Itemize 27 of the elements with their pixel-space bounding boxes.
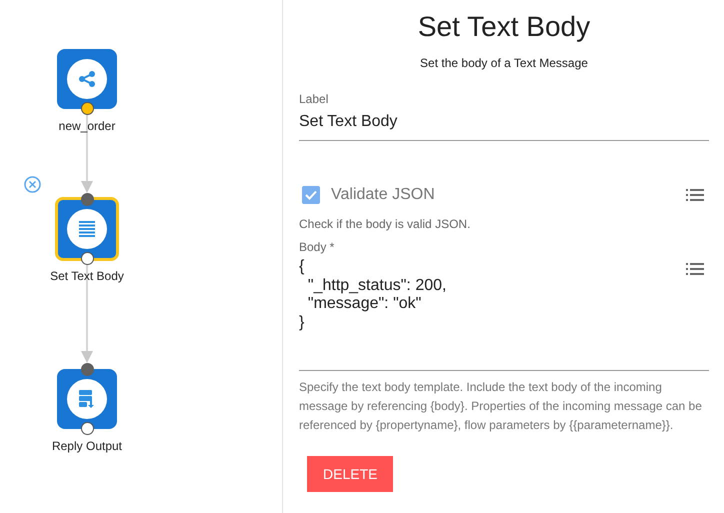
label-input[interactable]: Set Text Body (299, 110, 709, 141)
flow-node[interactable] (57, 369, 117, 429)
output-port[interactable] (81, 422, 94, 435)
input-port[interactable] (81, 193, 94, 206)
output-port[interactable] (81, 252, 94, 265)
field-label: Body * (299, 239, 336, 256)
checkbox-label: Validate JSON (331, 185, 436, 205)
flow-node[interactable] (57, 49, 117, 109)
panel-subtitle: Set the body of a Text Message (419, 55, 589, 72)
help-text: Check if the body is valid JSON. (299, 216, 472, 233)
node-label: Reply Output (50, 438, 124, 455)
list-icon[interactable] (686, 189, 704, 201)
panel-title: Set Text Body (416, 10, 592, 44)
field-label: Label (299, 91, 330, 108)
body-textarea[interactable]: { "_http_status": 200, "message": "ok" } (299, 258, 686, 363)
share-icon (78, 70, 96, 88)
help-text: Specify the text body template. Include the text body of the incoming message by referencing {body}. Properties of the incoming message can be referenced by {propertyname}, flow parameters by {{parametername}}. (299, 379, 703, 434)
input-port[interactable] (81, 363, 94, 376)
remove-icon[interactable] (24, 176, 41, 193)
output-port[interactable] (81, 102, 94, 115)
flow-node[interactable] (55, 197, 119, 261)
checkbox[interactable] (302, 186, 320, 204)
list-download-icon (78, 390, 96, 408)
node-label: Set Text Body (49, 268, 125, 285)
node-label: new_order (58, 118, 116, 135)
text-lines-icon (79, 221, 95, 237)
list-icon[interactable] (686, 263, 704, 275)
